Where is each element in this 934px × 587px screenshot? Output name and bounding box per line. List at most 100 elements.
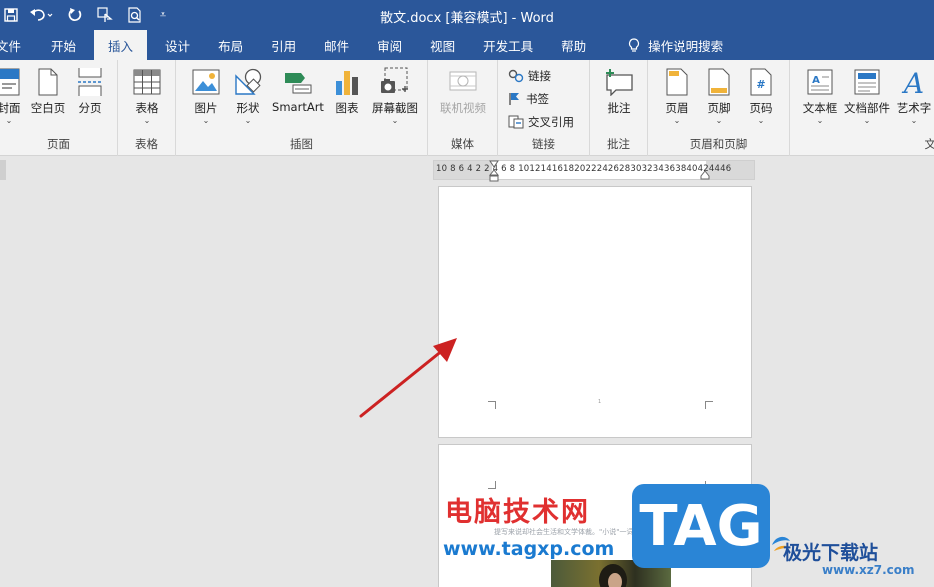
picture-icon (192, 69, 220, 95)
picture-button[interactable]: 图片 ⌄ (190, 66, 222, 126)
tab-developer[interactable]: 开发工具 (469, 30, 547, 60)
title-bar: ⩡ 散文.docx [兼容模式] - Word (0, 0, 934, 30)
page-number-mark: 1 (598, 399, 602, 405)
text-box-button[interactable]: A 文本框 ⌄ (800, 66, 840, 126)
link-label: 链接 (528, 69, 551, 83)
tab-review[interactable]: 审阅 (363, 30, 416, 60)
tab-developer-label: 开发工具 (483, 38, 534, 54)
undo-button[interactable] (22, 0, 60, 30)
right-indent-marker-icon[interactable] (700, 170, 710, 180)
online-video-button[interactable]: 联机视频 (436, 66, 490, 116)
group-header-footer-label: 页眉和页脚 (689, 137, 748, 151)
ribbon-insert: 封面 ⌄ 空白页 分页 页面 表格 ⌄ 表格 图片 ⌄ 形状 ⌄ SmartAr… (0, 60, 934, 156)
header-caret-icon: ⌄ (673, 116, 681, 125)
redo-button[interactable] (60, 0, 90, 30)
tab-layout[interactable]: 布局 (204, 30, 257, 60)
screenshot-button[interactable]: 屏幕截图 ⌄ (368, 66, 422, 126)
document-page-1[interactable]: 1 (438, 186, 752, 438)
tab-insert-label: 插入 (108, 38, 134, 54)
group-text-label: 文 (924, 137, 934, 151)
touch-mode-icon (97, 7, 113, 22)
crop-mark-tl (488, 481, 496, 489)
chart-button[interactable]: 图表 (332, 66, 362, 116)
cover-page-button[interactable]: 封面 ⌄ (0, 66, 24, 126)
page-number-icon: # (750, 68, 772, 96)
wordart-button[interactable]: A 艺术字 ⌄ (894, 66, 934, 126)
tab-help[interactable]: 帮助 (547, 30, 600, 60)
print-preview-button[interactable] (120, 0, 150, 30)
quick-parts-caret-icon: ⌄ (863, 116, 871, 125)
chart-label: 图表 (335, 101, 359, 115)
wordart-label: 艺术字 (896, 101, 932, 115)
link-button[interactable]: 链接 (508, 68, 551, 84)
undo-icon (30, 9, 53, 21)
online-video-label: 联机视频 (440, 101, 486, 115)
tab-review-label: 审阅 (377, 38, 403, 54)
quick-parts-button[interactable]: 文档部件 ⌄ (842, 66, 892, 126)
tab-insert[interactable]: 插入 (94, 30, 148, 60)
group-header-footer: 页眉 ⌄ 页脚 ⌄ # 页码 ⌄ 页眉和页脚 (648, 60, 790, 156)
tab-view-label: 视图 (430, 38, 456, 54)
table-icon (133, 69, 161, 95)
bookmark-label: 书签 (526, 92, 549, 106)
customize-qat-icon: ⩡ (159, 8, 167, 21)
group-illustrations-label: 插图 (290, 137, 313, 151)
blank-page-button[interactable]: 空白页 (30, 66, 66, 116)
touch-mode-button[interactable] (90, 0, 120, 30)
redo-icon (68, 8, 82, 21)
text-box-caret-icon: ⌄ (816, 116, 824, 125)
horizontal-ruler[interactable]: 10 8 6 4 2 2 4 6 8 101214161820222426283… (433, 160, 755, 182)
group-comments: 批注 批注 (590, 60, 648, 156)
save-button[interactable] (0, 0, 22, 30)
tell-me-search[interactable]: 操作说明搜索 (600, 30, 723, 60)
group-links-label: 链接 (532, 137, 555, 151)
cover-page-label: 封面 (0, 101, 21, 115)
group-comments-label: 批注 (607, 137, 630, 151)
group-media-label: 媒体 (451, 137, 474, 151)
blank-page-icon (38, 68, 58, 96)
shapes-button[interactable]: 形状 ⌄ (232, 66, 264, 126)
page-break-label: 分页 (78, 101, 102, 115)
watermark-brand-name: 极光下载站 (783, 542, 879, 564)
page-number-button[interactable]: # 页码 ⌄ (746, 66, 776, 126)
header-label: 页眉 (665, 101, 689, 115)
watermark-tag-badge: TAG (632, 484, 770, 568)
new-comment-button[interactable]: 批注 (604, 66, 634, 116)
wordart-icon: A (901, 68, 924, 96)
group-text: A 文本框 ⌄ 文档部件 ⌄ A 艺术字 ⌄ 文 (790, 60, 934, 156)
header-icon (666, 68, 688, 96)
tab-references[interactable]: 引用 (257, 30, 310, 60)
smartart-icon (285, 73, 312, 94)
tab-file[interactable]: 文件 (0, 30, 35, 60)
footer-button[interactable]: 页脚 ⌄ (704, 66, 734, 126)
svg-text:A: A (901, 68, 924, 96)
cross-reference-icon (508, 115, 524, 129)
table-button[interactable]: 表格 ⌄ (132, 66, 162, 126)
page-number-caret-icon: ⌄ (757, 116, 765, 125)
tell-me-label: 操作说明搜索 (648, 38, 724, 54)
quick-parts-label: 文档部件 (844, 101, 890, 115)
group-pages: 封面 ⌄ 空白页 分页 页面 (0, 60, 118, 156)
footer-caret-icon: ⌄ (715, 116, 723, 125)
tab-home[interactable]: 开始 (35, 30, 90, 60)
watermark-brand-url: www.xz7.com (822, 563, 915, 577)
picture-caret-icon: ⌄ (202, 116, 210, 125)
cross-reference-button[interactable]: 交叉引用 (508, 114, 574, 130)
indent-marker-icon[interactable] (489, 160, 499, 182)
cross-reference-label: 交叉引用 (528, 115, 574, 129)
screenshot-icon (381, 67, 408, 93)
tab-design[interactable]: 设计 (151, 30, 204, 60)
shapes-icon (235, 68, 262, 95)
customize-qat-button[interactable]: ⩡ (150, 0, 176, 30)
page-break-button[interactable]: 分页 (76, 66, 104, 116)
bookmark-button[interactable]: 书签 (508, 91, 549, 107)
window-title: 散文.docx [兼容模式] - Word (380, 11, 554, 26)
page-number-label: 页码 (749, 101, 773, 115)
tab-mailings[interactable]: 邮件 (310, 30, 363, 60)
header-button[interactable]: 页眉 ⌄ (662, 66, 692, 126)
tab-view[interactable]: 视图 (416, 30, 469, 60)
group-tables-label: 表格 (135, 137, 158, 151)
watermark-tag-text: TAG (639, 493, 763, 559)
smartart-button[interactable]: SmartArt (270, 66, 326, 114)
table-label: 表格 (135, 101, 159, 115)
